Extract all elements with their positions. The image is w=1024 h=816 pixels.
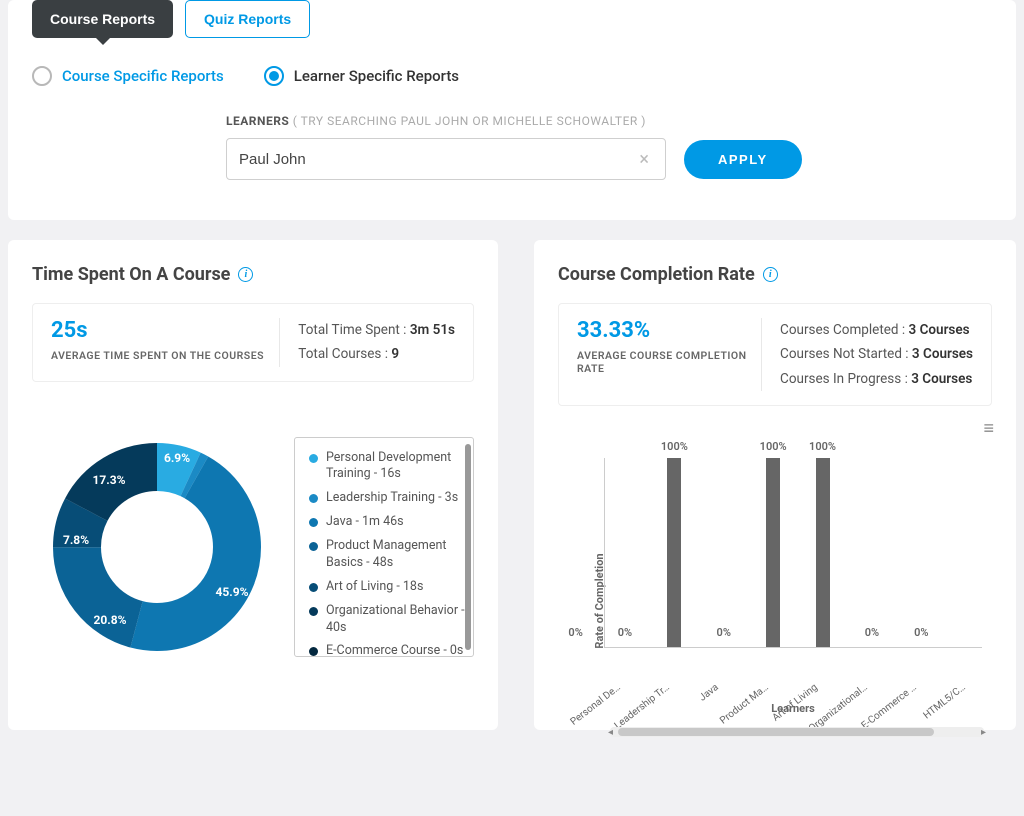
bar xyxy=(667,458,681,647)
bar xyxy=(816,458,830,647)
bar-value-label: 0% xyxy=(568,626,582,639)
time-stat-box: 25s AVERAGE TIME SPENT ON THE COURSES To… xyxy=(32,303,474,382)
learner-search-input[interactable] xyxy=(239,151,635,168)
chart-horizontal-scrollbar[interactable]: ◂ ▸ xyxy=(610,727,984,737)
search-hint: LEARNERS ( TRY SEARCHING PAUL JOHN OR MI… xyxy=(226,114,1016,128)
apply-button[interactable]: APPLY xyxy=(684,140,802,179)
donut-chart-row: 6.9% 45.9% 20.8% 7.8% 17.3% Personal Dev… xyxy=(32,422,474,672)
donut-seg-label: 6.9% xyxy=(164,451,190,465)
radio-icon xyxy=(32,66,52,86)
bar-value-label: 0% xyxy=(618,626,632,639)
completion-stat-box: 33.33% AVERAGE COURSE COMPLETION RATE Co… xyxy=(558,303,992,406)
filter-panel: Course Reports Quiz Reports Course Speci… xyxy=(8,0,1016,220)
tab-quiz-reports[interactable]: Quiz Reports xyxy=(185,0,310,38)
bar xyxy=(766,458,780,647)
card-title: Time Spent On A Course i xyxy=(32,264,474,285)
bar-value-label: 100% xyxy=(760,440,787,453)
donut-seg-label: 45.9% xyxy=(215,585,248,599)
info-icon[interactable]: i xyxy=(238,267,253,282)
legend-item[interactable]: Art of Living - 18s xyxy=(309,579,465,596)
legend-item[interactable]: Personal Development Training - 16s xyxy=(309,450,465,484)
avg-time-value: 25s xyxy=(51,318,279,343)
completion-bar-chart: Rate of Completion 0% 0% 100% 0% 100% 10… xyxy=(558,458,992,718)
donut-legend[interactable]: Personal Development Training - 16s Lead… xyxy=(294,437,474,657)
completion-rate-card: Course Completion Rate i 33.33% AVERAGE … xyxy=(534,240,1016,730)
clear-icon[interactable]: × xyxy=(635,149,653,170)
bar-value-label: 0% xyxy=(914,626,928,639)
donut-seg-label: 7.8% xyxy=(63,533,89,547)
card-title: Course Completion Rate i xyxy=(558,264,992,285)
avg-completion-value: 33.33% xyxy=(577,318,761,343)
time-details: Total Time Spent : 3m 51s Total Courses … xyxy=(279,318,455,367)
legend-scrollbar[interactable] xyxy=(465,444,471,650)
legend-item[interactable]: Leadership Training - 3s xyxy=(309,490,465,507)
legend-item[interactable]: Product Management Basics - 48s xyxy=(309,538,465,572)
completion-details: Courses Completed : 3 Courses Courses No… xyxy=(761,318,973,391)
learner-search-box[interactable]: × xyxy=(226,138,666,180)
report-tabs: Course Reports Quiz Reports xyxy=(8,0,1016,38)
tab-course-reports[interactable]: Course Reports xyxy=(32,0,173,38)
info-icon[interactable]: i xyxy=(763,267,778,282)
legend-item[interactable]: Organizational Behavior - 40s xyxy=(309,603,465,637)
radio-label: Learner Specific Reports xyxy=(294,67,459,85)
radio-icon-selected xyxy=(264,66,284,86)
report-scope-radios: Course Specific Reports Learner Specific… xyxy=(8,38,1016,86)
time-spent-card: Time Spent On A Course i 25s AVERAGE TIM… xyxy=(8,240,498,730)
avg-completion-label: AVERAGE COURSE COMPLETION RATE xyxy=(577,349,761,375)
chart-menu-icon[interactable]: ≡ xyxy=(983,420,994,438)
donut-chart: 6.9% 45.9% 20.8% 7.8% 17.3% xyxy=(32,422,282,672)
bar-value-label: 100% xyxy=(661,440,688,453)
bar-value-label: 0% xyxy=(717,626,731,639)
legend-item[interactable]: E-Commerce Course - 0s xyxy=(309,643,465,656)
legend-item[interactable]: Java - 1m 46s xyxy=(309,514,465,531)
radio-course-specific[interactable]: Course Specific Reports xyxy=(32,66,224,86)
learner-search-area: LEARNERS ( TRY SEARCHING PAUL JOHN OR MI… xyxy=(8,86,1016,180)
avg-time-label: AVERAGE TIME SPENT ON THE COURSES xyxy=(51,349,279,362)
bar-value-label: 0% xyxy=(865,626,879,639)
radio-label: Course Specific Reports xyxy=(62,67,224,85)
donut-seg-label: 17.3% xyxy=(92,473,125,487)
bar-value-label: 100% xyxy=(809,440,836,453)
bar-plot-area: 0% 0% 100% 0% 100% 100% 0% 0% Personal D… xyxy=(604,458,982,648)
radio-learner-specific[interactable]: Learner Specific Reports xyxy=(264,66,459,86)
donut-seg-label: 20.8% xyxy=(93,613,126,627)
dashboard-row: Time Spent On A Course i 25s AVERAGE TIM… xyxy=(0,220,1024,730)
